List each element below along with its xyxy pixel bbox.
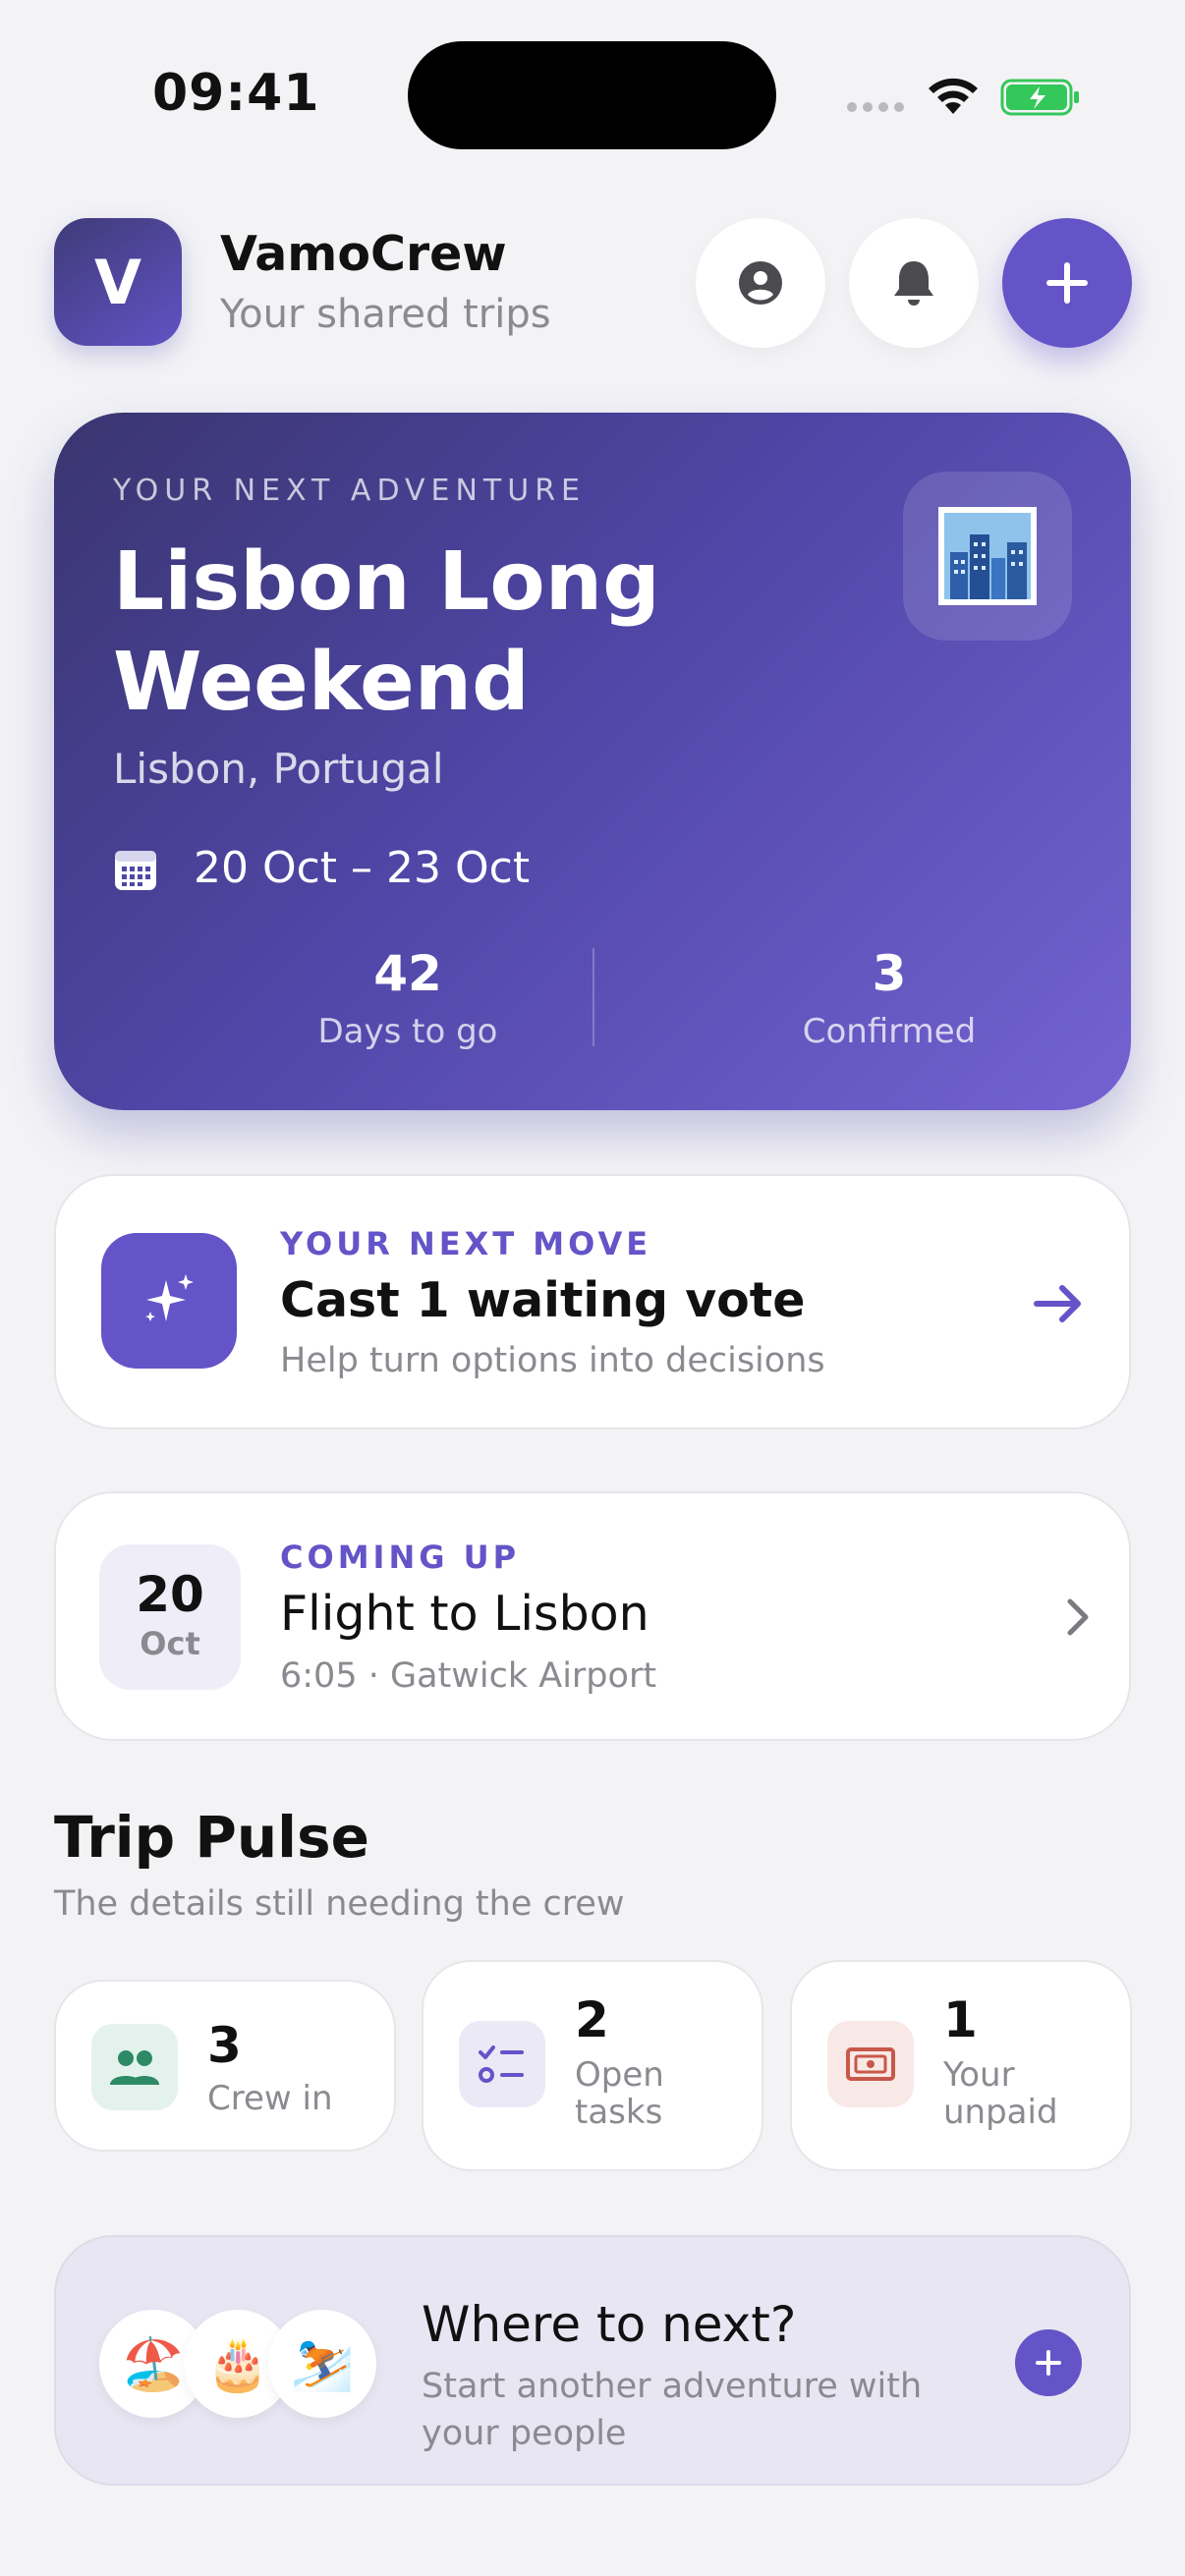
cash-icon <box>827 2021 914 2107</box>
arrow-right-icon <box>1034 1285 1081 1322</box>
trip-title: Lisbon Long Weekend <box>113 535 660 729</box>
your-unpaid-card[interactable]: 1 Your unpaid <box>790 1960 1132 2171</box>
crew-in-label: Crew in <box>207 2079 333 2118</box>
notifications-button[interactable] <box>849 218 979 348</box>
open-tasks-card[interactable]: 2 Open tasks <box>422 1960 763 2171</box>
stat-divider <box>592 948 594 1046</box>
trip-photo <box>903 472 1072 641</box>
event-title: Flight to Lisbon <box>280 1586 649 1642</box>
crew-in-value: 3 <box>207 2017 242 2074</box>
add-trip-button[interactable] <box>1002 218 1132 348</box>
app-name: VamoCrew <box>220 226 507 282</box>
people-icon <box>91 2024 178 2110</box>
dynamic-island <box>408 41 776 149</box>
event-date-badge: 20 Oct <box>99 1544 241 1690</box>
where-next-card[interactable]: 🏖️ 🎂 ⛷️ Where to next? Start another adv… <box>54 2235 1131 2486</box>
your-unpaid-value: 1 <box>943 1991 978 2048</box>
trip-location: Lisbon, Portugal <box>113 745 444 793</box>
logo-letter: V <box>94 246 141 318</box>
chevron-right-icon <box>1067 1598 1089 1636</box>
profile-button[interactable] <box>696 218 825 348</box>
cellular-signal-icon <box>847 102 904 112</box>
coming-up-eyebrow: COMING UP <box>280 1539 521 1576</box>
plus-icon <box>1046 262 1088 304</box>
next-move-eyebrow: YOUR NEXT MOVE <box>280 1225 652 1262</box>
event-month: Oct <box>140 1625 200 1662</box>
trip-pulse-heading: Trip Pulse <box>54 1804 369 1871</box>
profile-icon <box>739 261 782 305</box>
confirmed-stat: 3 Confirmed <box>693 945 1086 1051</box>
next-trip-card[interactable]: YOUR NEXT ADVENTURE Lisbon Long Weekend … <box>54 413 1131 1110</box>
battery-icon <box>1000 79 1079 116</box>
wifi-icon <box>929 78 978 114</box>
app-logo: V <box>54 218 182 346</box>
checklist-icon <box>459 2021 545 2107</box>
days-to-go-stat: 42 Days to go <box>211 945 604 1051</box>
status-bar: 09:41 <box>0 0 1185 187</box>
open-tasks-value: 2 <box>575 1991 609 2048</box>
trip-pulse-subtitle: The details still needing the crew <box>54 1884 625 1924</box>
confirmed-label: Confirmed <box>802 1012 977 1051</box>
plus-icon <box>1036 2350 1061 2376</box>
your-unpaid-label: Your unpaid <box>943 2055 1058 2132</box>
cityscape-icon <box>938 507 1037 605</box>
app-subtitle: Your shared trips <box>220 292 551 337</box>
crew-in-card[interactable]: 3 Crew in <box>54 1980 396 2152</box>
event-subtitle: 6:05 · Gatwick Airport <box>280 1656 657 1696</box>
hero-eyebrow: YOUR NEXT ADVENTURE <box>113 474 587 508</box>
confirmed-value: 3 <box>872 945 907 1002</box>
days-to-go-value: 42 <box>373 945 442 1002</box>
sparkles-icon <box>101 1233 237 1369</box>
next-move-card[interactable]: YOUR NEXT MOVE Cast 1 waiting vote Help … <box>54 1174 1131 1429</box>
trip-dates: 20 Oct – 23 Oct <box>194 843 531 893</box>
new-trip-button[interactable] <box>1015 2329 1082 2396</box>
skier-emoji: ⛷️ <box>268 2310 376 2418</box>
where-next-title: Where to next? <box>422 2296 797 2353</box>
event-day: 20 <box>136 1566 204 1623</box>
next-move-subtitle: Help turn options into decisions <box>280 1341 825 1380</box>
coming-up-card[interactable]: 20 Oct COMING UP Flight to Lisbon 6:05 ·… <box>54 1491 1131 1741</box>
bell-icon <box>894 261 933 306</box>
calendar-icon <box>115 851 156 890</box>
where-next-subtitle: Start another adventure with your people <box>422 2367 923 2453</box>
next-move-title: Cast 1 waiting vote <box>280 1272 806 1328</box>
open-tasks-label: Open tasks <box>575 2055 664 2132</box>
days-to-go-label: Days to go <box>317 1012 498 1051</box>
status-time: 09:41 <box>152 64 320 123</box>
